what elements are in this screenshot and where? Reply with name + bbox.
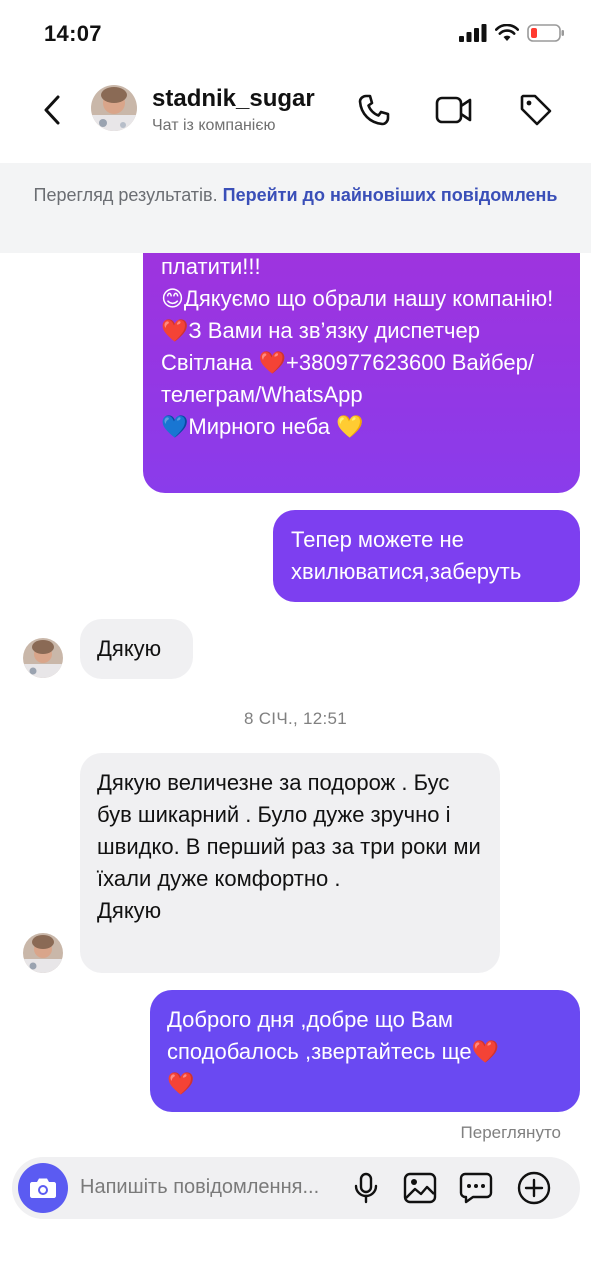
video-call-button[interactable] [434, 90, 474, 130]
camera-button[interactable] [18, 1163, 68, 1213]
message-list[interactable]: платити!!! 😊Дякуємо що обрали нашу компа… [0, 253, 591, 1153]
tag-button[interactable] [516, 90, 556, 130]
chat-title[interactable]: stadnik_sugar [152, 85, 315, 113]
video-camera-icon [435, 96, 472, 124]
seen-status: Переглянуто [460, 1123, 561, 1142]
avatar[interactable] [91, 85, 137, 131]
chevron-left-icon [44, 95, 60, 125]
message-bubble-incoming[interactable]: Дякую [80, 619, 193, 679]
banner-text: Перегляд результатів. [33, 185, 223, 205]
gallery-button[interactable] [400, 1168, 440, 1208]
phone-icon [358, 94, 390, 126]
status-time: 14:07 [44, 21, 102, 46]
back-button[interactable] [32, 90, 72, 130]
chat-bubble-icon [459, 1172, 493, 1204]
sticker-button[interactable] [456, 1168, 496, 1208]
chat-subtitle: Чат із компанією [152, 117, 276, 134]
plus-circle-icon [517, 1171, 551, 1205]
status-bar: 14:07 [0, 0, 591, 70]
message-composer: Напишіть повідомлення... [12, 1157, 580, 1219]
battery-icon [527, 24, 564, 42]
avatar-photo [23, 933, 63, 973]
message-bubble-outgoing[interactable]: Тепер можете не хвилюватися,заберуть [273, 510, 580, 602]
cellular-signal-icon [459, 24, 487, 42]
chat-header: stadnik_sugar Чат із компанією [0, 72, 591, 162]
image-icon [403, 1172, 437, 1204]
message-input[interactable]: Напишіть повідомлення... [80, 1176, 319, 1199]
call-button[interactable] [354, 90, 394, 130]
sender-avatar[interactable] [23, 933, 63, 973]
wifi-icon [495, 24, 519, 41]
sender-avatar[interactable] [23, 638, 63, 678]
microphone-icon [354, 1172, 378, 1204]
results-banner: Перегляд результатів. Перейти до найнові… [0, 163, 591, 253]
message-bubble-outgoing[interactable]: платити!!! 😊Дякуємо що обрали нашу компа… [143, 253, 580, 493]
avatar-photo [23, 638, 63, 678]
avatar-photo [91, 85, 137, 131]
jump-to-latest-link[interactable]: Перейти до найновіших повідомлень [223, 185, 558, 205]
status-icons [459, 24, 565, 42]
home-area [0, 1230, 591, 1280]
message-bubble-incoming[interactable]: Дякую величезне за подорож . Бус був шик… [80, 753, 500, 973]
camera-icon [30, 1178, 56, 1198]
tag-icon [520, 94, 552, 126]
voice-message-button[interactable] [346, 1168, 386, 1208]
message-bubble-outgoing[interactable]: Доброго дня ,добре що Вам сподобалось ,з… [150, 990, 580, 1112]
add-button[interactable] [514, 1168, 554, 1208]
message-timestamp: 8 СІЧ., 12:51 [243, 709, 348, 728]
